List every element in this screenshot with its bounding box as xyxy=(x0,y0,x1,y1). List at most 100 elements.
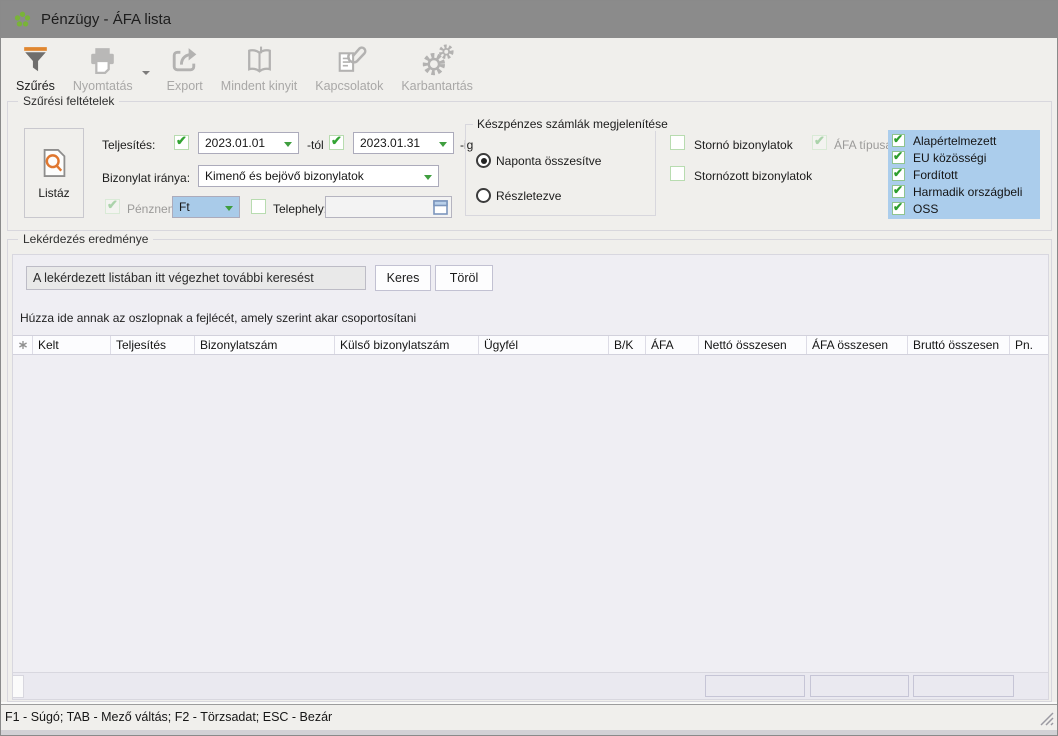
vat-type-item-label: EU közösségi xyxy=(913,151,986,165)
asterisk-icon xyxy=(18,340,28,350)
daily-summary-radio[interactable] xyxy=(476,153,491,168)
column-header-bk[interactable]: B/K xyxy=(609,336,646,354)
export-icon xyxy=(167,43,202,78)
date-to-checkbox[interactable] xyxy=(329,135,344,150)
date-from-combo[interactable]: 2023.01.01 xyxy=(198,132,299,154)
gears-icon xyxy=(420,43,455,78)
grid-footer-indicator-cell xyxy=(13,675,24,698)
stornozott-checkbox[interactable] xyxy=(670,166,685,181)
vat-type-item[interactable]: OSS xyxy=(888,200,1040,217)
column-header-bizonylatszam[interactable]: Bizonylatszám xyxy=(195,336,335,354)
open-book-icon xyxy=(242,43,277,78)
vat-type-item[interactable]: Fordított xyxy=(888,166,1040,183)
date-to-value: 2023.01.31 xyxy=(360,136,420,150)
clear-button[interactable]: Töröl xyxy=(435,265,493,291)
column-header-brutto-osszesen[interactable]: Bruttó összesen xyxy=(908,336,1010,354)
filters-group-title: Szűrési feltételek xyxy=(18,94,119,108)
export-button-label: Export xyxy=(167,79,203,93)
chevron-down-icon xyxy=(284,142,292,147)
search-button[interactable]: Keres xyxy=(375,265,431,291)
vat-type-list[interactable]: Alapértelmezett EU közösségi Fordított H… xyxy=(888,130,1040,219)
chevron-down-icon xyxy=(424,175,432,180)
expand-all-button[interactable]: Mindent kinyit xyxy=(212,41,306,93)
detailed-radio[interactable] xyxy=(476,188,491,203)
app-icon xyxy=(14,11,31,28)
vat-type-item-checkbox[interactable] xyxy=(892,134,905,147)
column-header-teljesites[interactable]: Teljesítés xyxy=(111,336,195,354)
vat-type-item-checkbox[interactable] xyxy=(892,185,905,198)
sum-afa-box xyxy=(810,675,909,697)
print-button[interactable]: Nyomtatás xyxy=(64,41,142,93)
export-button[interactable]: Export xyxy=(158,41,212,93)
site-label: Telephely: xyxy=(273,202,327,216)
vat-type-item-label: OSS xyxy=(913,202,938,216)
currency-value: Ft xyxy=(179,200,190,214)
filter-button[interactable]: Szűrés xyxy=(7,41,64,93)
document-direction-combo[interactable]: Kimenő és bejövő bizonylatok xyxy=(198,165,439,187)
maintenance-button[interactable]: Karbantartás xyxy=(392,41,482,93)
vat-type-label: ÁFA típusa: xyxy=(834,138,895,152)
vat-type-item[interactable]: EU közösségi xyxy=(888,149,1040,166)
list-search-icon xyxy=(41,147,68,179)
attachment-icon xyxy=(332,43,367,78)
detailed-radio-label: Részletezve xyxy=(496,189,561,203)
column-header-kelt[interactable]: Kelt xyxy=(33,336,111,354)
expand-all-button-label: Mindent kinyit xyxy=(221,79,297,93)
vat-type-item[interactable]: Alapértelmezett xyxy=(888,132,1040,149)
vat-type-item[interactable]: Harmadik országbeli xyxy=(888,183,1040,200)
vat-type-item-label: Fordított xyxy=(913,168,958,182)
column-header-afa[interactable]: ÁFA xyxy=(646,336,699,354)
storno-checkbox[interactable] xyxy=(670,135,685,150)
currency-combo[interactable]: Ft xyxy=(172,196,240,218)
printer-icon xyxy=(85,43,120,78)
column-header-ugyfel[interactable]: Ügyfél xyxy=(479,336,609,354)
cash-invoices-groupbox: Készpénzes számlák megjelenítése Naponta… xyxy=(465,124,656,216)
stornozott-checkbox-label: Stornózott bizonylatok xyxy=(694,169,812,183)
results-groupbox: Lekérdezés eredménye Keres Töröl Húzza i… xyxy=(7,239,1052,702)
sum-brutto-box xyxy=(913,675,1014,697)
app-window: Pénzügy - ÁFA lista Szűrés Nyomtatás xyxy=(0,0,1058,736)
date-from-checkbox[interactable] xyxy=(174,135,189,150)
connections-button-label: Kapcsolatok xyxy=(315,79,383,93)
filters-groupbox: Szűrési feltételek Listáz Teljesítés: 20… xyxy=(7,101,1052,231)
storno-checkbox-label: Stornó bizonylatok xyxy=(694,138,793,152)
chevron-down-icon xyxy=(439,142,447,147)
column-header-netto-osszesen[interactable]: Nettó összesen xyxy=(699,336,807,354)
titlebar: Pénzügy - ÁFA lista xyxy=(1,1,1057,38)
filter-icon xyxy=(18,43,53,78)
vat-type-item-checkbox[interactable] xyxy=(892,168,905,181)
maintenance-button-label: Karbantartás xyxy=(401,79,473,93)
vat-type-item-checkbox[interactable] xyxy=(892,202,905,215)
connections-button[interactable]: Kapcsolatok xyxy=(306,41,392,93)
clear-button-label: Töröl xyxy=(450,271,478,285)
date-from-value: 2023.01.01 xyxy=(205,136,265,150)
vat-type-item-label: Harmadik országbeli xyxy=(913,185,1022,199)
resize-grip-icon[interactable] xyxy=(1039,711,1054,726)
grid-footer-row xyxy=(13,672,1048,699)
date-to-combo[interactable]: 2023.01.31 xyxy=(353,132,454,154)
print-dropdown-caret-icon[interactable] xyxy=(142,71,150,75)
currency-checkbox[interactable] xyxy=(105,199,120,214)
vat-type-item-checkbox[interactable] xyxy=(892,151,905,164)
list-button[interactable]: Listáz xyxy=(24,128,84,218)
print-button-label: Nyomtatás xyxy=(73,79,133,93)
site-checkbox[interactable] xyxy=(251,199,266,214)
fulfillment-label: Teljesítés: xyxy=(102,138,155,152)
groupby-hint[interactable]: Húzza ide annak az oszlopnak a fejlécét,… xyxy=(20,311,416,325)
cash-invoices-group-title: Készpénzes számlák megjelenítése xyxy=(473,117,672,131)
document-direction-value: Kimenő és bejövő bizonylatok xyxy=(205,169,364,183)
column-header-kulso-bizonylatszam[interactable]: Külső bizonylatszám xyxy=(335,336,479,354)
search-input[interactable] xyxy=(26,266,366,290)
row-indicator-column-header[interactable] xyxy=(13,336,33,354)
site-field[interactable] xyxy=(325,196,452,218)
lookup-table-icon[interactable] xyxy=(433,200,448,215)
list-button-label: Listáz xyxy=(38,186,69,200)
column-header-afa-osszesen[interactable]: ÁFA összesen xyxy=(807,336,908,354)
main-toolbar: Szűrés Nyomtatás Export xyxy=(1,38,1057,99)
vat-type-checkbox[interactable] xyxy=(812,135,827,150)
status-bar: F1 - Súgó; TAB - Mező váltás; F2 - Törzs… xyxy=(1,704,1057,729)
column-header-pn[interactable]: Pn. xyxy=(1010,336,1048,354)
chevron-down-icon xyxy=(225,206,233,211)
results-grid-panel: Keres Töröl Húzza ide annak az oszlopnak… xyxy=(12,254,1049,700)
vat-type-item-label: Alapértelmezett xyxy=(913,134,996,148)
